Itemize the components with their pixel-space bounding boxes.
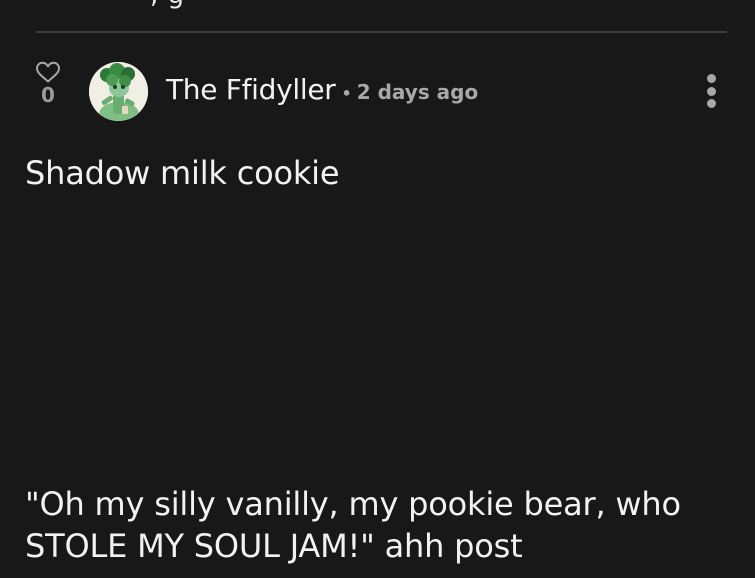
post-body-line: "Oh my silly vanilly, my pookie bear, wh… <box>25 485 681 523</box>
post-body-line: STOLE MY SOUL JAM!" ahh post <box>25 527 523 565</box>
more-options-button[interactable] <box>697 70 725 112</box>
like-count: 0 <box>41 83 55 107</box>
avatar[interactable] <box>89 62 148 121</box>
post-timestamp[interactable]: 2 days ago <box>357 80 479 104</box>
ellipsis-dot-icon <box>706 99 716 108</box>
post-body-text: "Oh my silly vanilly, my pookie bear, wh… <box>25 483 745 567</box>
avatar-image <box>89 62 148 121</box>
post-divider <box>36 31 727 33</box>
previous-post-cutoff-text: , g <box>150 0 185 10</box>
ellipsis-dot-icon <box>706 74 716 83</box>
author-name[interactable]: The Ffidyller <box>166 73 336 106</box>
post-body-title: Shadow milk cookie <box>25 154 340 192</box>
meta-separator: • <box>341 84 352 103</box>
heart-icon[interactable] <box>35 61 61 83</box>
ellipsis-dot-icon <box>706 86 716 96</box>
post-meta: The Ffidyller • 2 days ago <box>166 73 478 106</box>
like-control: 0 <box>34 61 62 106</box>
